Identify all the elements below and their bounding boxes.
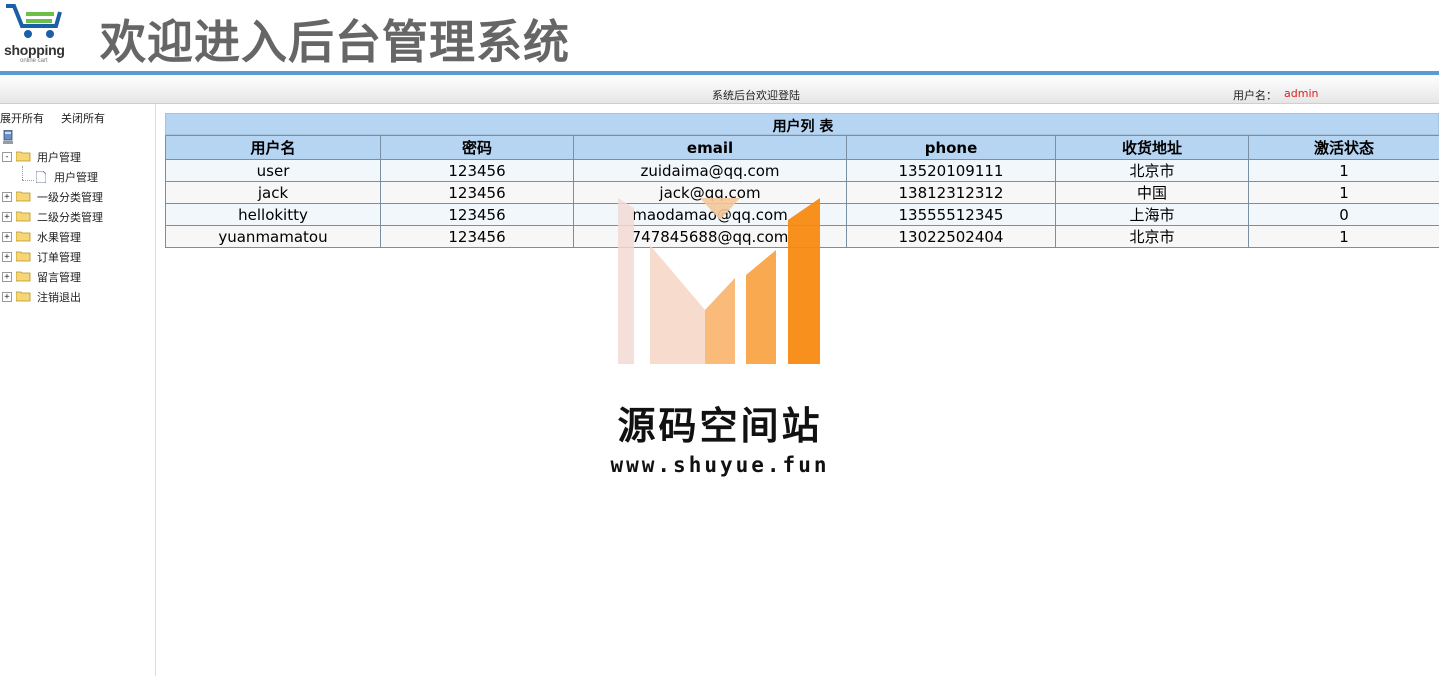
folder-icon: [16, 231, 31, 242]
cell-phone: 13520109111: [846, 159, 1056, 182]
sidebar-item-user-management[interactable]: - 用户管理: [0, 148, 150, 166]
folder-icon: [16, 211, 31, 222]
cell-username: hellokitty: [165, 203, 381, 226]
sidebar-item-label: 留言管理: [37, 271, 81, 284]
expand-toggle-icon[interactable]: +: [2, 292, 12, 302]
column-header-address: 收货地址: [1055, 135, 1249, 160]
sidebar-item-label: 注销退出: [37, 291, 81, 304]
cell-username: yuanmamatou: [165, 225, 381, 248]
document-icon: [36, 171, 46, 183]
folder-icon: [16, 271, 31, 282]
expand-toggle-icon[interactable]: +: [2, 272, 12, 282]
sidebar-item-label: 用户管理: [37, 151, 81, 164]
sidebar-item-label: 二级分类管理: [37, 211, 103, 224]
cell-status: 1: [1248, 225, 1439, 248]
expand-toggle-icon[interactable]: +: [2, 192, 12, 202]
welcome-text: 系统后台欢迎登陆: [712, 89, 800, 102]
watermark-url: www.shuyue.fun: [610, 453, 830, 477]
cell-address: 上海市: [1055, 203, 1249, 226]
cell-address: 北京市: [1055, 225, 1249, 248]
collapse-toggle-icon[interactable]: -: [2, 152, 12, 162]
cell-username: user: [165, 159, 381, 182]
sidebar-item-order-management[interactable]: + 订单管理: [0, 248, 150, 266]
sidebar-subitem-user-management[interactable]: 用户管理: [0, 168, 150, 186]
cell-password: 123456: [380, 181, 574, 204]
sidebar-item-message-management[interactable]: + 留言管理: [0, 268, 150, 286]
cell-address: 中国: [1055, 181, 1249, 204]
computer-icon: [3, 130, 13, 144]
sidebar-item-category-level2[interactable]: + 二级分类管理: [0, 208, 150, 226]
cell-password: 123456: [380, 203, 574, 226]
logo-subtext: online cart: [20, 58, 48, 64]
sidebar-item-category-level1[interactable]: + 一级分类管理: [0, 188, 150, 206]
table-title-bar: 用户列 表: [165, 113, 1439, 135]
cell-email: zuidaima@qq.com: [573, 159, 847, 182]
site-title: 欢迎进入后台管理系统: [100, 15, 570, 69]
sidebar: 展开所有 关闭所有 - 用户管理 用户管理 + 一级分类管理 + 二级分类管理 …: [0, 104, 156, 676]
folder-open-icon: [16, 151, 31, 162]
sidebar-item-logout[interactable]: + 注销退出: [0, 288, 150, 306]
cell-status: 0: [1248, 203, 1439, 226]
sidebar-item-label: 用户管理: [54, 171, 98, 184]
collapse-all-link[interactable]: 关闭所有: [61, 110, 105, 126]
logo-text: shopping: [4, 42, 65, 58]
table-title: 用户列 表: [772, 119, 834, 135]
watermark-logo: [618, 198, 820, 364]
column-header-password: 密码: [380, 135, 574, 160]
expand-toggle-icon[interactable]: +: [2, 212, 12, 222]
sidebar-item-fruit-management[interactable]: + 水果管理: [0, 228, 150, 246]
expand-all-link[interactable]: 展开所有: [0, 110, 44, 126]
expand-toggle-icon[interactable]: +: [2, 252, 12, 262]
folder-icon: [16, 251, 31, 262]
user-label: 用户名：: [1233, 89, 1277, 102]
table-header-row: 用户名 密码 email phone 收货地址 激活状态: [165, 135, 1439, 160]
column-header-email: email: [573, 135, 847, 160]
cell-phone: 13812312312: [846, 181, 1056, 204]
expand-toggle-icon[interactable]: +: [2, 232, 12, 242]
cell-status: 1: [1248, 181, 1439, 204]
folder-icon: [16, 191, 31, 202]
sidebar-item-label: 水果管理: [37, 231, 81, 244]
cell-phone: 13555512345: [846, 203, 1056, 226]
cell-status: 1: [1248, 159, 1439, 182]
sidebar-item-label: 一级分类管理: [37, 191, 103, 204]
column-header-phone: phone: [846, 135, 1056, 160]
cell-address: 北京市: [1055, 159, 1249, 182]
current-username: admin: [1284, 87, 1319, 100]
column-header-status: 激活状态: [1248, 135, 1439, 160]
cell-username: jack: [165, 181, 381, 204]
folder-icon: [16, 291, 31, 302]
sidebar-item-label: 订单管理: [37, 251, 81, 264]
cell-password: 123456: [380, 225, 574, 248]
watermark-name: 源码空间站: [617, 404, 823, 448]
cell-phone: 13022502404: [846, 225, 1056, 248]
cell-password: 123456: [380, 159, 574, 182]
header: shopping online cart 欢迎进入后台管理系统: [0, 0, 1439, 72]
table-row: user 123456 zuidaima@qq.com 13520109111 …: [165, 159, 1439, 182]
column-header-username: 用户名: [165, 135, 381, 160]
